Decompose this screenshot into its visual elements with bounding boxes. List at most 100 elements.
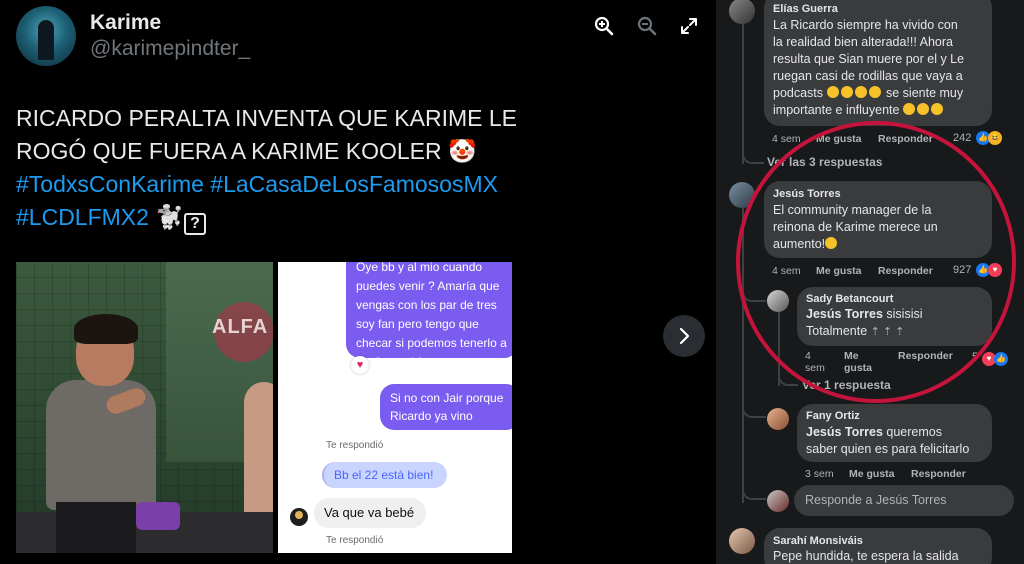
comment-text: Jesús Torres queremos saber quien es par…	[806, 424, 969, 458]
comment-line-text: podcasts	[773, 86, 824, 100]
user-display-name[interactable]: Karime	[90, 11, 161, 35]
like-reaction-icon: 👍	[994, 352, 1008, 366]
zoom-in-icon[interactable]	[590, 12, 618, 40]
comment-time[interactable]: 4 sem	[772, 265, 801, 277]
like-link[interactable]: Me gusta	[849, 468, 895, 480]
reply-link[interactable]: Responder	[898, 350, 953, 362]
laugh-emoji-icon	[840, 86, 853, 98]
chat-bubble-sent: Oye bb y al mio cuando puedes venir ? Am…	[346, 262, 512, 369]
thread-line	[742, 140, 764, 164]
comment-line: Jesús Torres queremos	[806, 424, 969, 441]
zoom-out-icon[interactable]	[633, 12, 661, 40]
commenter-name[interactable]: Jesús Torres	[773, 188, 841, 200]
comment-line: saber quien es para felicitarlo	[806, 442, 970, 456]
comment-line-text: queremos	[886, 425, 942, 439]
laugh-emoji-icon	[854, 86, 867, 98]
thread-line	[742, 280, 766, 302]
heart-reaction-icon: ♥	[351, 356, 369, 374]
photo-logo-text: ALFA	[212, 316, 269, 338]
hashtag-line[interactable]: #TodxsConKarime #LaCasaDeLosFamososMX	[16, 168, 516, 201]
comment-line: aumento!	[773, 236, 938, 253]
chat-reply-label: Te respondió	[326, 440, 384, 451]
next-image-button[interactable]	[663, 315, 705, 357]
commenter-name[interactable]: Elías Guerra	[773, 3, 838, 15]
like-link[interactable]: Me gusta	[816, 265, 862, 277]
comment-time[interactable]: 4 sem	[772, 133, 801, 145]
clown-emoji: 🤡	[448, 138, 477, 164]
haha-reaction-icon: 😆	[988, 131, 1002, 145]
commenter-name[interactable]: Fany Ortiz	[806, 410, 860, 422]
tweet-viewer: Karime @karimepindter_ RICARDO PERALTA I…	[0, 0, 716, 564]
chat-avatar	[290, 508, 308, 526]
unknown-glyph-icon: ?	[183, 213, 206, 235]
comment-text: Jesús Torres sisisisi Totalmente ⇡ ⇡ ⇡	[806, 306, 923, 341]
comment-line: la realidad bien alterada!!! Ahora	[773, 35, 953, 49]
chat-bubble-sent: Si no con Jair porque Ricardo ya vino	[380, 384, 512, 430]
comment-line-text: importante e influyente	[773, 103, 900, 117]
user-avatar[interactable]	[16, 6, 76, 66]
current-user-avatar	[767, 490, 789, 512]
flushed-emoji-icon	[825, 237, 838, 249]
reaction-count[interactable]: 242	[953, 132, 971, 144]
hashtag[interactable]: #LCDLFMX2	[16, 204, 149, 230]
comment-text: La Ricardo siempre ha vivido con la real…	[773, 17, 964, 119]
user-handle[interactable]: @karimepindter_	[90, 37, 250, 61]
comment-line: Jesús Torres sisisisi	[806, 306, 923, 323]
laugh-emoji-icon	[916, 103, 929, 115]
love-reaction-icon: ♥	[988, 263, 1002, 277]
comment-line: El community manager de la	[773, 203, 932, 217]
reply-link[interactable]: Responder	[878, 265, 933, 277]
reply-input[interactable]: Responde a Jesús Torres	[794, 485, 1014, 516]
tweet-line-text: ROGÓ QUE FUERA A KARIME KOOLER	[16, 138, 442, 164]
laugh-emoji-icon	[868, 86, 881, 98]
like-link[interactable]: Me gusta	[844, 350, 878, 374]
comment-line-text: se siente muy	[886, 86, 964, 100]
man-legs	[56, 502, 136, 553]
comment-line-text: aumento!	[773, 237, 826, 251]
laugh-emoji-icon	[826, 86, 839, 98]
thread-line	[778, 364, 798, 386]
reaction-count[interactable]: 927	[953, 264, 971, 276]
comment-line: reinona de Karime merece un	[773, 220, 938, 234]
comment-line-text: sisisisi	[886, 307, 923, 321]
comment-text: El community manager de la reinona de Ka…	[773, 202, 938, 253]
commenter-name[interactable]: Sady Betancourt	[806, 293, 893, 305]
comment-time[interactable]: 4 sem	[805, 350, 829, 374]
poodle-emoji: 🐩	[155, 204, 184, 230]
view-replies-link[interactable]: Ver las 3 respuestas	[767, 155, 882, 169]
thread-line	[742, 398, 766, 418]
commenter-name[interactable]: Sarahí Monsiváis	[773, 535, 863, 547]
commenter-avatar[interactable]	[767, 408, 789, 430]
comment-line: ruegan casi de rodillas que vaya a	[773, 69, 963, 83]
thread-line	[742, 208, 744, 503]
comment-text: Pepe hundida, te espera la salida	[773, 549, 959, 563]
comment-time[interactable]: 3 sem	[805, 468, 834, 480]
commenter-avatar[interactable]	[767, 290, 789, 312]
reaction-count[interactable]: 5	[972, 351, 978, 363]
comment-line: importante e influyente	[773, 102, 964, 119]
tweet-photo-1[interactable]: ALFA	[16, 262, 273, 553]
purple-bag	[136, 502, 180, 530]
view-replies-link[interactable]: Ver 1 respuesta	[802, 378, 891, 392]
tweet-line: #LCDLFMX2 🐩?	[16, 201, 516, 235]
tweet-photo-2[interactable]: Oye bb y al mio cuando puedes venir ? Am…	[278, 262, 512, 553]
comment-line: Totalmente ⇡ ⇡ ⇡	[806, 323, 923, 341]
commenter-avatar[interactable]	[729, 528, 755, 554]
tweet-line: RICARDO PERALTA INVENTA QUE KARIME LE	[16, 105, 518, 131]
mention-link[interactable]: Jesús Torres	[806, 425, 883, 439]
tweet-line: ROGÓ QUE FUERA A KARIME KOOLER 🤡	[16, 135, 516, 168]
chevron-right-icon	[679, 327, 690, 345]
expand-icon[interactable]	[675, 12, 703, 40]
reply-link[interactable]: Responder	[911, 468, 966, 480]
commenter-avatar[interactable]	[729, 182, 755, 208]
like-link[interactable]: Me gusta	[816, 133, 862, 145]
mention-link[interactable]: Jesús Torres	[806, 307, 883, 321]
comment-line: resulta que Sian muere por el y Le	[773, 52, 965, 66]
reply-link[interactable]: Responder	[878, 133, 933, 145]
comment-line: La Ricardo siempre ha vivido con	[773, 18, 958, 32]
laugh-emoji-icon	[902, 103, 915, 115]
chat-bubble-received: Va que va bebé	[314, 498, 426, 528]
chat-reply-label: Te respondió	[326, 535, 384, 546]
comment-line-text: Totalmente	[806, 324, 868, 338]
chat-quoted-bubble: Bb el 22 está bien!	[322, 462, 447, 488]
